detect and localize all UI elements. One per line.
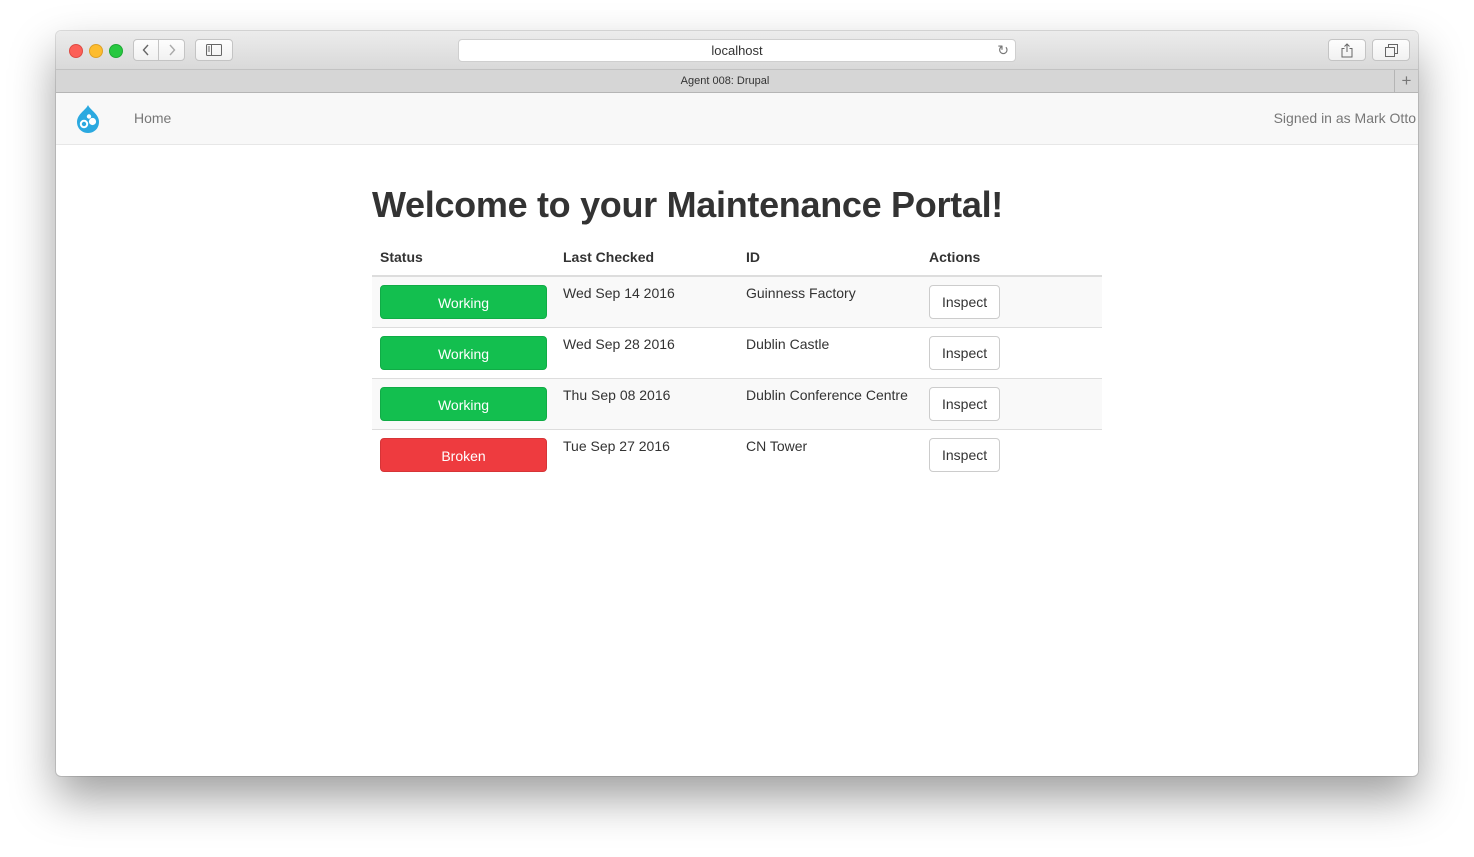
table-row: Working Wed Sep 28 2016 Dublin Castle In…	[372, 327, 1102, 379]
status-badge[interactable]: Working	[380, 387, 547, 421]
inspect-button[interactable]: Inspect	[929, 285, 1001, 319]
back-button[interactable]	[133, 39, 159, 61]
nav-home-link[interactable]: Home	[134, 110, 171, 126]
last-checked-cell: Wed Sep 14 2016	[555, 276, 738, 328]
share-icon	[1341, 42, 1353, 57]
status-cell: Working	[372, 378, 555, 430]
new-tab-button[interactable]: +	[1394, 70, 1418, 92]
chevron-left-icon	[142, 44, 149, 56]
tab-overview-button[interactable]	[1372, 39, 1410, 61]
id-cell: Dublin Conference Centre	[738, 378, 921, 430]
tab-title-text: Agent 008: Drupal	[680, 75, 770, 87]
sidebar-toggle-button[interactable]	[195, 39, 233, 61]
actions-cell: Inspect	[921, 378, 1102, 430]
table-row: Working Wed Sep 14 2016 Guinness Factory…	[372, 276, 1102, 328]
inspect-button[interactable]: Inspect	[929, 336, 1001, 370]
actions-cell: Inspect	[921, 276, 1102, 328]
site-navbar: Home Signed in as Mark Otto	[56, 93, 1418, 145]
actions-cell: Inspect	[921, 327, 1102, 379]
page-title: Welcome to your Maintenance Portal!	[372, 184, 1003, 225]
status-cell: Broken	[372, 429, 555, 480]
table-row: Working Thu Sep 08 2016 Dublin Conferenc…	[372, 378, 1102, 430]
inspect-button[interactable]: Inspect	[929, 438, 1001, 472]
plus-icon: +	[1401, 71, 1412, 90]
column-header-id: ID	[738, 238, 921, 277]
address-text: localhost	[711, 43, 763, 58]
column-header-actions: Actions	[921, 238, 1102, 277]
share-button[interactable]	[1328, 39, 1366, 61]
column-header-status: Status	[372, 238, 555, 277]
signed-in-text: Signed in as Mark Otto	[1273, 110, 1416, 126]
table-header-row: Status Last Checked ID Actions	[372, 238, 1102, 277]
tabs-overview-icon	[1384, 43, 1398, 57]
chevron-right-icon	[168, 44, 175, 56]
reload-icon[interactable]: ↻	[997, 42, 1009, 59]
close-window-icon[interactable]	[69, 44, 83, 58]
minimize-window-icon[interactable]	[89, 44, 103, 58]
browser-window: localhost ↻ Agent 008: Drupal + Home Sig…	[56, 31, 1418, 776]
id-cell: Guinness Factory	[738, 276, 921, 328]
status-cell: Working	[372, 327, 555, 379]
id-cell: Dublin Castle	[738, 327, 921, 379]
inspect-button[interactable]: Inspect	[929, 387, 1001, 421]
status-cell: Working	[372, 276, 555, 328]
browser-toolbar: localhost ↻	[56, 31, 1418, 70]
tab-bar: Agent 008: Drupal +	[56, 70, 1418, 93]
actions-cell: Inspect	[921, 429, 1102, 480]
maintenance-table: Status Last Checked ID Actions Working W…	[372, 238, 1102, 480]
last-checked-cell: Wed Sep 28 2016	[555, 327, 738, 379]
id-cell: CN Tower	[738, 429, 921, 480]
status-badge[interactable]: Broken	[380, 438, 547, 472]
last-checked-cell: Tue Sep 27 2016	[555, 429, 738, 480]
maximize-window-icon[interactable]	[109, 44, 123, 58]
forward-button[interactable]	[158, 39, 185, 61]
address-bar[interactable]: localhost ↻	[458, 39, 1016, 62]
sidebar-icon	[206, 44, 222, 56]
active-tab[interactable]: Agent 008: Drupal	[56, 70, 1394, 92]
drupal-drop-icon[interactable]	[72, 103, 104, 135]
status-badge[interactable]: Working	[380, 285, 547, 319]
last-checked-cell: Thu Sep 08 2016	[555, 378, 738, 430]
column-header-last-checked: Last Checked	[555, 238, 738, 277]
table-row: Broken Tue Sep 27 2016 CN Tower Inspect	[372, 429, 1102, 480]
status-badge[interactable]: Working	[380, 336, 547, 370]
